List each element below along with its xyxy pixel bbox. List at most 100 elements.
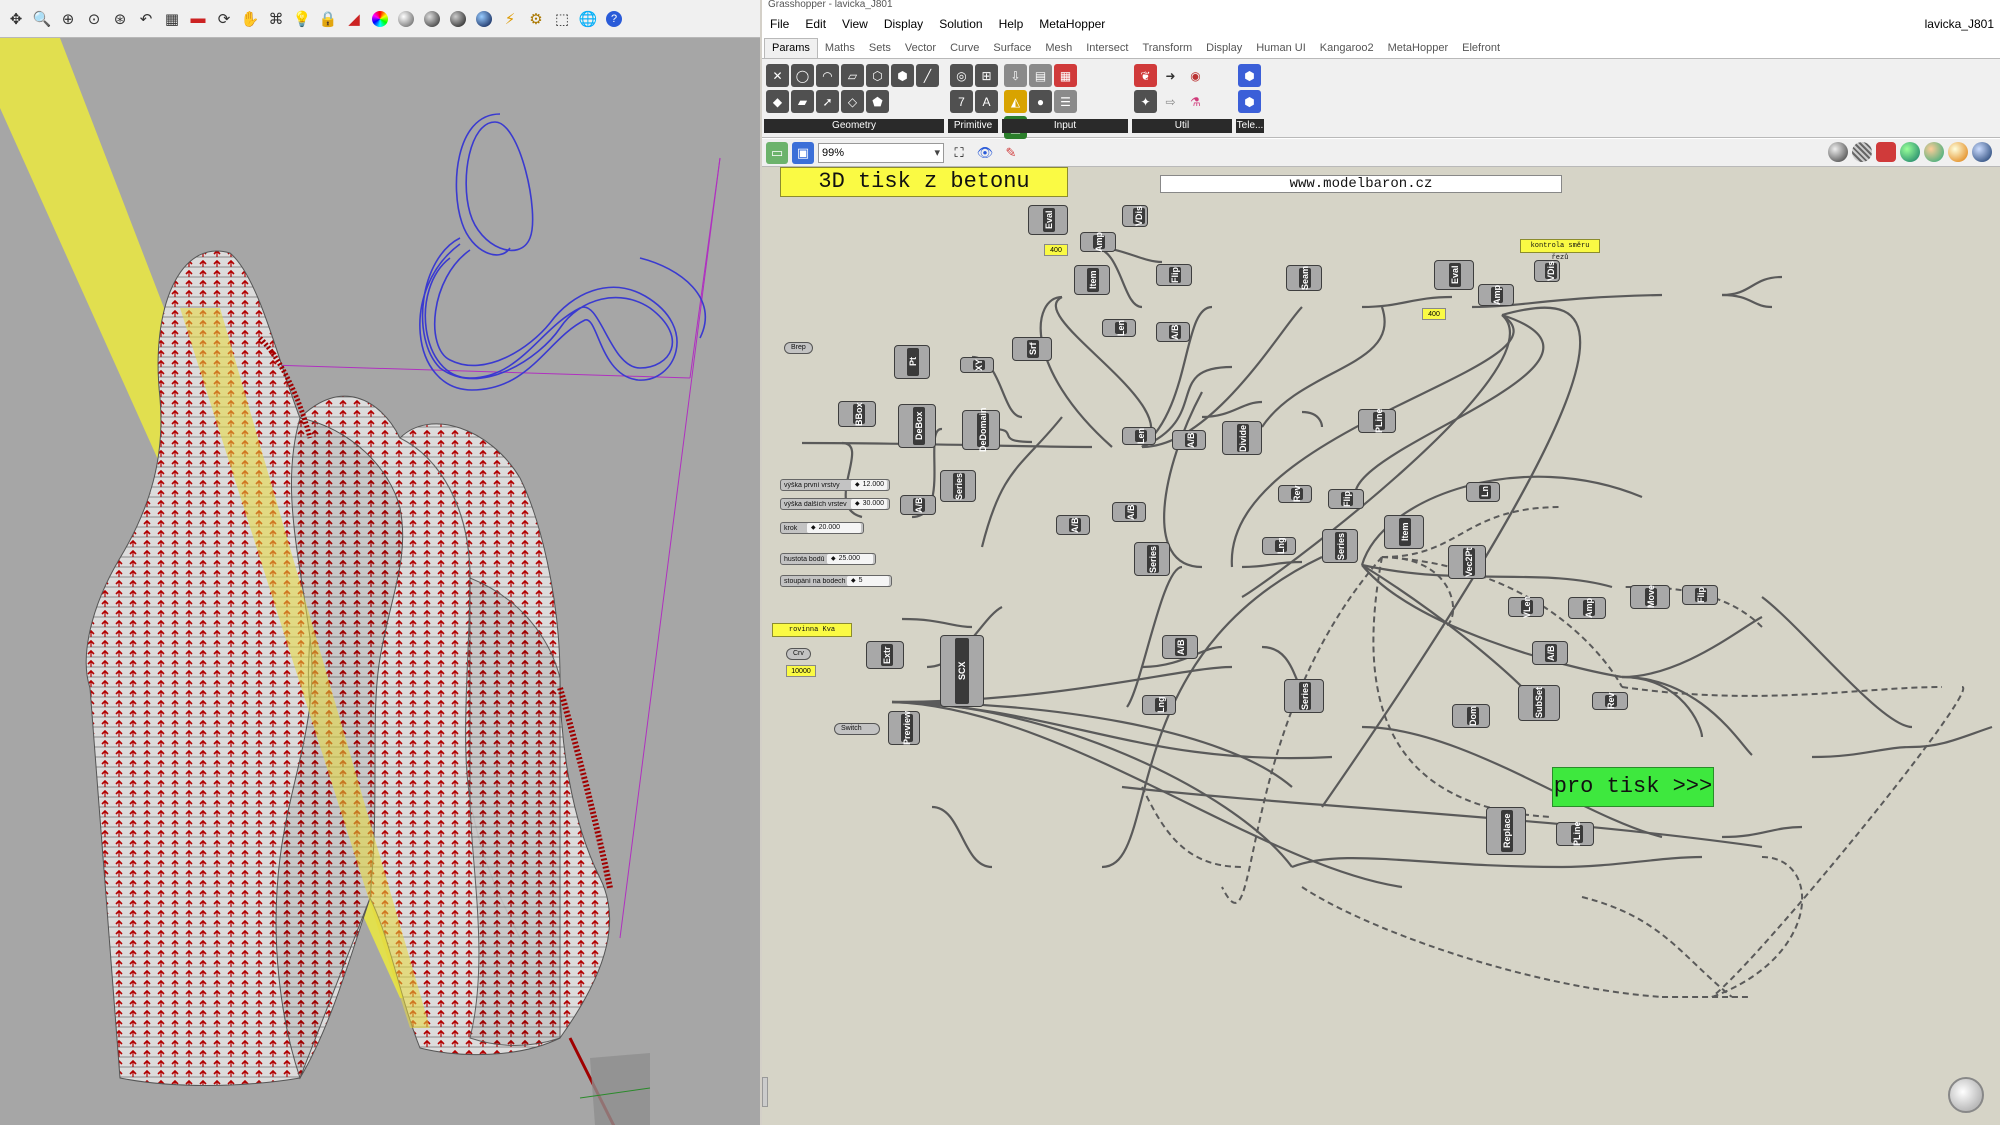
line-param-icon[interactable]: ╱	[916, 64, 939, 87]
earth-icon[interactable]: 🌐	[576, 7, 600, 31]
component-deconstruct-box[interactable]: DeBox	[898, 404, 936, 448]
curve-label-panel[interactable]: rovinna Kva	[772, 623, 852, 637]
number-panel[interactable]: 400	[1422, 308, 1446, 320]
component-list-item[interactable]: Item	[1074, 265, 1110, 295]
preview-globe-icon[interactable]	[1972, 142, 1992, 162]
mesh-param-icon[interactable]: ⬢	[891, 64, 914, 87]
component-amplitude[interactable]: Amp	[1080, 232, 1116, 252]
component-division[interactable]: A/B	[1532, 641, 1568, 665]
import-icon[interactable]: ⇩	[1004, 64, 1027, 87]
circle-param-icon[interactable]: ◯	[791, 64, 814, 87]
gear-icon[interactable]: ⚙	[524, 7, 548, 31]
component-division[interactable]: A/B	[1162, 635, 1198, 659]
component-vector-display[interactable]: VDis	[1534, 260, 1560, 282]
component-vector-display[interactable]: VDis	[1122, 205, 1148, 227]
slider-value[interactable]: 20.000	[807, 523, 861, 533]
component-divide-curve[interactable]: Divide	[1222, 421, 1262, 455]
component-division[interactable]: A/B	[1112, 502, 1146, 522]
sketch-pen-icon[interactable]: ✎	[1000, 142, 1022, 164]
component-flip[interactable]: Flip	[1156, 264, 1192, 286]
component-series[interactable]: Series	[1134, 542, 1170, 576]
component-division[interactable]: A/B	[1056, 515, 1090, 535]
component-list-item[interactable]: Item	[1384, 515, 1424, 549]
tab-curve[interactable]: Curve	[943, 39, 986, 58]
slider-point-rise[interactable]: stoupání na bodech 5	[780, 575, 892, 587]
domain-param-icon[interactable]: ⊞	[975, 64, 998, 87]
preview-eye-icon[interactable]: 👁	[974, 142, 996, 164]
tab-display[interactable]: Display	[1199, 39, 1249, 58]
component-polyline[interactable]: PLine	[1556, 822, 1594, 846]
switch-toggle[interactable]: Switch	[834, 723, 880, 735]
component-surface-closest-point[interactable]: Srf	[1012, 337, 1052, 361]
component-contour-sections[interactable]: SCX	[940, 635, 984, 707]
brep-param[interactable]: Brep	[784, 342, 813, 354]
trigger-icon[interactable]: ✦	[1134, 90, 1157, 113]
canvas-scroll-handle[interactable]	[762, 1077, 768, 1107]
component-subset[interactable]: SubSet	[1518, 685, 1560, 721]
component-extrude[interactable]: Extr	[866, 641, 904, 669]
component-line[interactable]: Ln	[1466, 482, 1500, 502]
data-dam-icon[interactable]: ◉	[1184, 64, 1207, 87]
filter-icon[interactable]: ⚡	[498, 7, 522, 31]
zoom-extents-icon[interactable]: ⊙	[82, 7, 106, 31]
component-vector-two-point[interactable]: Vec2Pt	[1448, 545, 1486, 579]
color-wheel-icon[interactable]	[368, 7, 392, 31]
zoom-icon[interactable]: 🔍	[30, 7, 54, 31]
document-name[interactable]: lavicka_J801	[1925, 13, 1994, 35]
box-param-icon[interactable]: ▱	[841, 64, 864, 87]
component-evaluate[interactable]: Eval	[1028, 205, 1068, 235]
menu-help[interactable]: Help	[991, 13, 1032, 35]
tab-vector[interactable]: Vector	[898, 39, 943, 58]
boolean-param-icon[interactable]: ◎	[950, 64, 973, 87]
menu-metahopper[interactable]: MetaHopper	[1031, 13, 1113, 35]
component-series[interactable]: Series	[940, 470, 976, 502]
rotate-icon[interactable]: ⟳	[212, 7, 236, 31]
zoom-window-icon[interactable]: ⊕	[56, 7, 80, 31]
gradient-icon[interactable]: ▦	[1054, 64, 1077, 87]
component-division[interactable]: A/B	[1172, 430, 1206, 450]
grid-icon[interactable]: ▦	[160, 7, 184, 31]
tab-elefront[interactable]: Elefront	[1455, 39, 1507, 58]
graph-mapper-icon[interactable]: ◭	[1004, 90, 1027, 113]
menu-file[interactable]: File	[762, 13, 797, 35]
tab-mesh[interactable]: Mesh	[1038, 39, 1079, 58]
text-param-icon[interactable]: A	[975, 90, 998, 113]
component-amplitude[interactable]: Amp	[1478, 284, 1514, 306]
slider-value[interactable]: 25.000	[827, 554, 873, 564]
component-series[interactable]: Series	[1284, 679, 1324, 713]
jump-icon[interactable]: ⇨	[1159, 90, 1182, 113]
open-file-icon[interactable]: ▭	[766, 141, 788, 164]
check-direction-panel[interactable]: kontrola směru řezů	[1520, 239, 1600, 262]
named-view-icon[interactable]: ⌘	[264, 7, 288, 31]
tab-params[interactable]: Params	[764, 38, 818, 58]
component-construct-domain[interactable]: Dom	[1452, 704, 1490, 728]
integer-param-icon[interactable]: 7	[950, 90, 973, 113]
help-icon[interactable]: ?	[602, 7, 626, 31]
component-series[interactable]: Series	[1322, 529, 1358, 563]
preview-material-icon[interactable]	[1948, 142, 1968, 162]
component-flip[interactable]: Flip	[1328, 489, 1364, 509]
component-vector-length[interactable]: VLen	[1508, 596, 1544, 618]
group-param-icon[interactable]: ⬟	[866, 90, 889, 113]
tab-maths[interactable]: Maths	[818, 39, 862, 58]
component-list-length[interactable]: Lng	[1142, 695, 1176, 715]
preview-mesh-icon[interactable]	[1924, 142, 1944, 162]
material-sphere-icon[interactable]	[446, 7, 470, 31]
menu-view[interactable]: View	[834, 13, 876, 35]
component-replace[interactable]: Replace	[1486, 807, 1526, 855]
globe-icon[interactable]	[472, 7, 496, 31]
menu-solution[interactable]: Solution	[931, 13, 990, 35]
tab-sets[interactable]: Sets	[862, 39, 898, 58]
component-evaluate[interactable]: Eval	[1434, 260, 1474, 290]
preview-shaded-icon[interactable]	[1876, 142, 1896, 162]
menu-edit[interactable]: Edit	[797, 13, 834, 35]
curve-param-icon[interactable]: ◇	[841, 90, 864, 113]
menu-display[interactable]: Display	[876, 13, 931, 35]
relay-icon[interactable]: ➜	[1159, 64, 1182, 87]
telepathy-send-icon[interactable]: ⬢	[1238, 64, 1261, 87]
component-seam[interactable]: Seam	[1286, 265, 1322, 291]
render-sphere-icon[interactable]	[420, 7, 444, 31]
slider-value[interactable]: 5	[847, 576, 889, 586]
ruler-icon[interactable]: ▬	[186, 7, 210, 31]
number-panel[interactable]: 10000	[786, 665, 816, 677]
